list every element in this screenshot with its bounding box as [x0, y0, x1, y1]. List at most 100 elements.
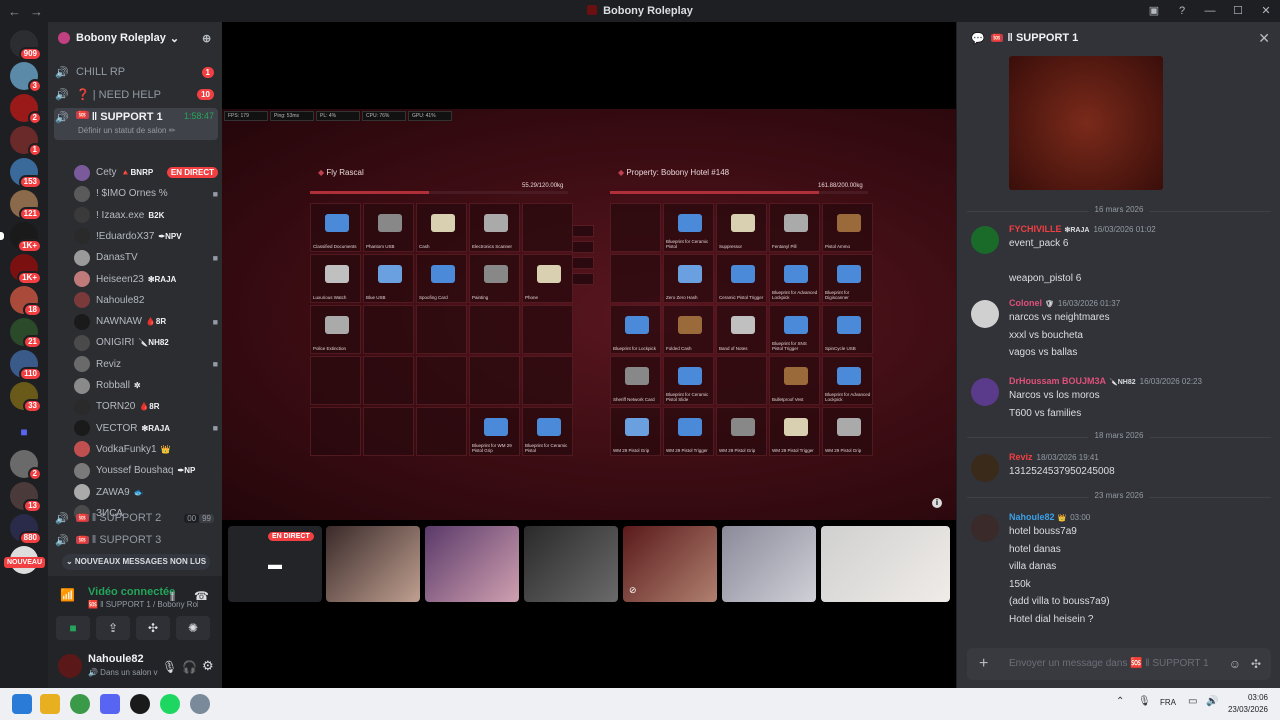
minimize-button[interactable]: —	[1196, 0, 1224, 22]
inventory-slot[interactable]	[416, 356, 467, 405]
video-tile[interactable]	[425, 526, 519, 602]
voice-user[interactable]: ! Izaax.exe B2K	[74, 205, 218, 226]
video-tile[interactable]	[821, 526, 950, 602]
voice-user[interactable]: !EduardoX37 ✒NPV	[74, 226, 218, 247]
voice-user[interactable]: Nahoule82	[74, 290, 218, 311]
inventory-slot[interactable]	[416, 305, 467, 354]
inventory-slot[interactable]: Police Extinction	[310, 305, 361, 354]
tray-chevron-icon[interactable]: ⌃	[1116, 696, 1124, 707]
server-icon[interactable]: 1	[10, 126, 42, 157]
inventory-slot[interactable]: Blueprint for WM 29 Pistol Grip	[469, 407, 520, 456]
inventory-slot[interactable]: Blueprint for Digiscanner	[822, 254, 873, 303]
amount-field[interactable]	[572, 225, 594, 237]
voice-user[interactable]: Robball ✲	[74, 375, 218, 396]
avatar[interactable]	[971, 454, 999, 482]
message-author[interactable]: Nahoule82	[1009, 512, 1055, 522]
signal-icon[interactable]: 📶	[60, 588, 75, 602]
voice-channel-support-3[interactable]: 🔊 🆘 ‖ SUPPORT 3	[54, 530, 218, 550]
use-button[interactable]	[572, 241, 594, 253]
voice-user[interactable]: ONIGIRI 🔪NH82	[74, 332, 218, 353]
video-tile[interactable]	[722, 526, 816, 602]
inbox-icon[interactable]: ▣	[1140, 0, 1168, 22]
inventory-slot[interactable]: WM 29 Pistol Grip	[822, 407, 873, 456]
video-tile[interactable]	[524, 526, 618, 602]
help-icon[interactable]: ?	[1168, 0, 1196, 22]
inventory-slot[interactable]	[310, 356, 361, 405]
inventory-slot[interactable]: Blue USB	[363, 254, 414, 303]
server-icon[interactable]: 13	[10, 482, 42, 513]
language-indicator[interactable]: FRA	[1160, 698, 1176, 707]
server-icon[interactable]: 110	[10, 350, 42, 381]
voice-user[interactable]: Cety 🔺BNRP EN DIRECT	[74, 162, 218, 183]
close-inventory-button[interactable]	[572, 273, 594, 285]
volume-icon[interactable]: 🔊	[1206, 696, 1218, 707]
give-button[interactable]	[572, 257, 594, 269]
home-discord-icon[interactable]: 909	[10, 30, 42, 61]
inventory-slot[interactable]: Suppressor	[716, 203, 767, 252]
server-icon[interactable]: 21	[10, 318, 42, 349]
inventory-slot[interactable]: WM 29 Pistol Trigger	[769, 407, 820, 456]
tray-mic-icon[interactable]: 🎙	[1138, 696, 1151, 707]
voice-user[interactable]: VodkaFunky1 👑	[74, 439, 218, 460]
inventory-slot[interactable]	[416, 407, 467, 456]
inventory-slot[interactable]	[522, 203, 573, 252]
voice-location[interactable]: 🆘 ‖ SUPPORT 1 / Bobony Role...	[88, 600, 198, 609]
inventory-slot[interactable]: Blueprint for SNS Pistol Trigger	[769, 305, 820, 354]
network-icon[interactable]: ▭	[1188, 696, 1197, 707]
inventory-slot[interactable]: Blueprint for Ceramic Pistol	[522, 407, 573, 456]
message-author[interactable]: Reviz	[1009, 452, 1033, 462]
settings-gear-icon[interactable]: ⚙	[202, 658, 214, 674]
inventory-slot[interactable]: Zero Zero Hash	[663, 254, 714, 303]
voice-user[interactable]: ! $IMO Ornes % ■	[74, 183, 218, 204]
shared-image[interactable]	[1009, 56, 1163, 190]
voice-user[interactable]: DanasTV ■	[74, 247, 218, 268]
inventory-slot[interactable]	[716, 356, 767, 405]
inventory-slot[interactable]: Folded Cash	[663, 305, 714, 354]
inventory-slot[interactable]: Blueprint for Ceramic Pistol Slide	[663, 356, 714, 405]
attach-plus-icon[interactable]: +	[979, 655, 988, 673]
inventory-slot[interactable]: Blueprint for Advanced Lockpick	[822, 356, 873, 405]
voice-user[interactable]: Heiseen23 ❇RAJA	[74, 269, 218, 290]
inventory-slot[interactable]: Phone	[522, 254, 573, 303]
server-icon[interactable]: 2	[10, 94, 42, 125]
voice-channel-support-1[interactable]: 🔊 🆘 ‖ SUPPORT 1 1:58:47 Définir un statu…	[54, 108, 218, 140]
inventory-slot[interactable]: Fentanyl Pill	[769, 203, 820, 252]
apps-icon[interactable]: ✣	[1251, 657, 1261, 671]
inventory-slot[interactable]: Blueprint for Lockpick	[610, 305, 661, 354]
message-author[interactable]: FYCHIVILLE	[1009, 224, 1062, 234]
system-clock[interactable]: 03:06 23/03/2026	[1228, 692, 1268, 716]
microphone-icon[interactable]: 🎙	[162, 660, 177, 674]
windows-start-icon[interactable]	[12, 694, 32, 714]
message-author[interactable]: DrHoussam BOUJM3A	[1009, 376, 1106, 386]
inventory-slot[interactable]: Band of Notes	[716, 305, 767, 354]
avatar[interactable]	[971, 226, 999, 254]
inventory-slot[interactable]: WM 29 Pistol Grip	[610, 407, 661, 456]
stream-tile[interactable]: EN DIRECT ▬	[228, 526, 322, 602]
message-author[interactable]: Colonel	[1009, 298, 1042, 308]
inventory-slot[interactable]	[522, 305, 573, 354]
folder-icon[interactable]: ■	[10, 418, 38, 446]
inventory-slot[interactable]	[469, 305, 520, 354]
avatar[interactable]	[971, 514, 999, 542]
video-tile[interactable]: ⊘	[623, 526, 717, 602]
voice-user[interactable]: Reviz ■	[74, 354, 218, 375]
server-icon[interactable]: 2	[10, 450, 42, 481]
voice-channel-support-2[interactable]: 🔊 🆘 ‖ SUPPORT 2 00 99	[54, 508, 218, 528]
server-icon[interactable]: 33	[10, 382, 42, 413]
info-icon[interactable]: i	[932, 498, 942, 508]
file-explorer-icon[interactable]	[40, 694, 60, 714]
video-tile[interactable]	[326, 526, 420, 602]
server-icon[interactable]: 1K+	[0, 222, 42, 253]
screen-share-button[interactable]: ⇪	[96, 616, 130, 640]
avatar[interactable]	[58, 654, 82, 678]
noise-suppression-icon[interactable]: ⫴	[170, 590, 175, 605]
soundboard-button[interactable]: ✺	[176, 616, 210, 640]
game-launcher-icon[interactable]	[130, 694, 150, 714]
add-member-icon[interactable]: ⊕	[202, 32, 211, 45]
inventory-slot[interactable]: Spoofing Card	[416, 254, 467, 303]
inventory-slot[interactable]: Bulletproof Vest	[769, 356, 820, 405]
voice-channel-need-help[interactable]: 🔊 ❓ | NEED HELP 10	[54, 84, 218, 104]
inventory-slot[interactable]: Sheriff Network Card	[610, 356, 661, 405]
server-icon[interactable]: 1K+	[10, 254, 42, 285]
headphones-icon[interactable]: 🎧	[182, 660, 197, 674]
